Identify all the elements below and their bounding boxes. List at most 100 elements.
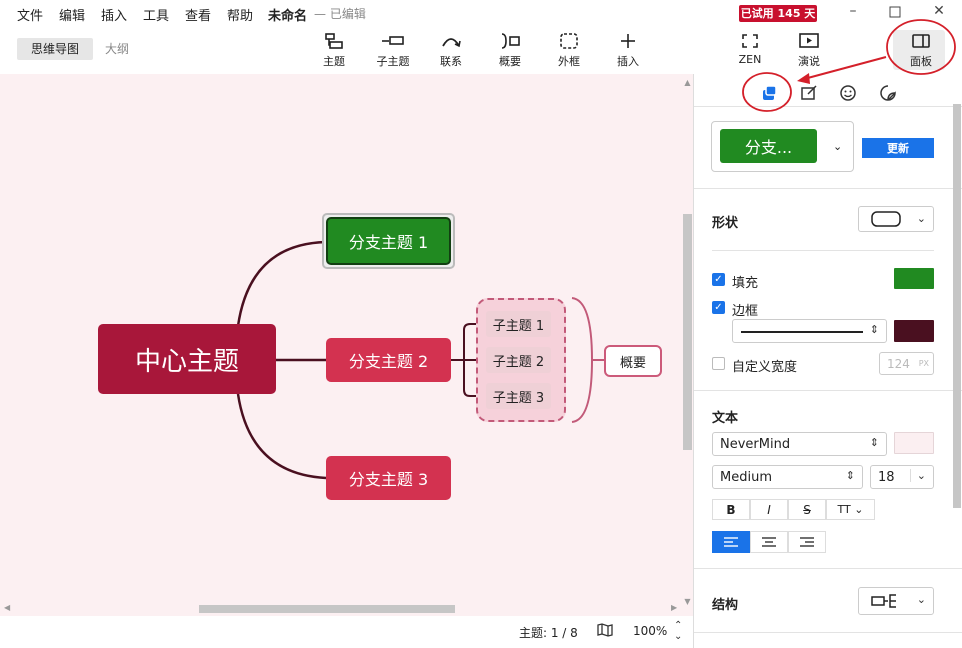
panel-icon	[912, 34, 930, 48]
text-case-select[interactable]: TT ⌄	[826, 499, 875, 520]
border-color-swatch[interactable]	[894, 320, 934, 342]
scroll-left-icon[interactable]: ◀	[4, 603, 10, 612]
style-tab-icon[interactable]	[759, 83, 779, 103]
border-checkbox[interactable]: ✓	[712, 301, 725, 314]
menu-insert[interactable]: 插入	[101, 5, 127, 24]
italic-button[interactable]: I	[750, 499, 788, 520]
scroll-down-icon[interactable]: ▼	[683, 597, 692, 607]
emoji-tab-icon[interactable]	[838, 83, 858, 103]
chevron-down-icon: ⌄	[916, 593, 926, 606]
align-left-button[interactable]	[712, 531, 750, 553]
insert-label: 插入	[617, 55, 639, 68]
boundary-label: 外框	[558, 55, 580, 68]
boundary-icon	[560, 33, 578, 49]
shape-select[interactable]: ⌄	[858, 206, 934, 232]
zoom-stepper-icon[interactable]: ⌃ ⌄	[674, 620, 682, 642]
menu-edit[interactable]: 编辑	[59, 5, 85, 24]
bold-button[interactable]: B	[712, 499, 750, 520]
vertical-scrollbar[interactable]	[683, 214, 692, 450]
chevron-down-icon: ⌄	[916, 212, 926, 225]
present-label: 演说	[798, 55, 820, 68]
zoom-level[interactable]: 100%	[633, 624, 667, 638]
align-center-button[interactable]	[750, 531, 788, 553]
panel-scrollbar[interactable]	[953, 104, 961, 508]
zen-label: ZEN	[738, 53, 762, 66]
subtopic-icon	[382, 36, 404, 45]
divider	[694, 106, 962, 107]
tab-mindmap[interactable]: 思维导图	[17, 38, 93, 60]
minimize-icon[interactable]: –	[843, 3, 863, 21]
fill-color-swatch[interactable]	[894, 268, 934, 289]
font-family-select[interactable]: NeverMind ⇕	[712, 432, 887, 456]
custom-width-label: 自定义宽度	[732, 360, 798, 375]
summary-label: 概要	[499, 55, 521, 68]
panel-label: 面板	[910, 55, 932, 68]
align-center-icon	[762, 537, 776, 547]
relationship-icon	[442, 38, 461, 48]
menu-view[interactable]: 查看	[185, 5, 211, 24]
font-size-select[interactable]: 18 ⌄	[870, 465, 934, 489]
plus-icon	[621, 34, 635, 48]
divider	[694, 568, 962, 569]
subtopic-2[interactable]: 子主题 2	[486, 347, 551, 373]
stepper-icon: ⇕	[869, 323, 879, 336]
maximize-icon[interactable]	[885, 3, 905, 21]
relationship-button[interactable]: 联系	[427, 32, 475, 70]
trial-badge[interactable]: 已试用 145 天	[739, 5, 817, 22]
style-preview-sample: 分支...	[720, 129, 817, 163]
close-icon[interactable]: ✕	[929, 3, 949, 21]
font-size-value: 18	[878, 470, 895, 485]
topic-icon	[325, 33, 343, 49]
custom-width-value: 124	[887, 357, 910, 371]
divider	[694, 188, 962, 189]
format-tab-icon[interactable]	[799, 83, 819, 103]
subtopic-label: 子主题	[376, 55, 410, 68]
topic-label: 主题	[323, 55, 345, 68]
border-label: 边框	[732, 304, 759, 319]
menu-file[interactable]: 文件	[17, 5, 43, 24]
custom-width-checkbox[interactable]	[712, 357, 725, 370]
present-button[interactable]: 演说	[785, 32, 833, 70]
border-style-select[interactable]: ⇕	[732, 319, 887, 343]
summary-topic[interactable]: 概要	[604, 345, 662, 377]
document-status: — 已编辑	[314, 7, 366, 21]
topic-button[interactable]: 主题	[310, 32, 358, 70]
menu-tools[interactable]: 工具	[143, 5, 169, 24]
menu-help[interactable]: 帮助	[227, 5, 253, 24]
branch-topic-3[interactable]: 分支主题 3	[326, 456, 451, 500]
branch-topic-1[interactable]: 分支主题 1	[326, 217, 451, 265]
custom-width-unit: PX	[918, 359, 929, 368]
chevron-down-icon[interactable]: ⌄	[833, 140, 842, 153]
summary-button[interactable]: 概要	[486, 32, 534, 70]
text-color-swatch[interactable]	[894, 432, 934, 454]
strikethrough-button[interactable]: S	[788, 499, 826, 520]
insert-button[interactable]: 插入	[604, 32, 652, 70]
update-style-button[interactable]: 更新	[862, 138, 934, 158]
subtopic-3[interactable]: 子主题 3	[486, 383, 551, 409]
boundary-button[interactable]: 外框	[545, 32, 593, 70]
text-label: 文本	[712, 411, 739, 426]
font-weight-value: Medium	[720, 470, 772, 485]
subtopic-button[interactable]: 子主题	[369, 32, 417, 70]
tab-outline[interactable]: 大纲	[105, 38, 129, 60]
fill-label: 填充	[732, 276, 759, 291]
map-icon[interactable]	[597, 623, 613, 640]
branch-topic-2[interactable]: 分支主题 2	[326, 338, 451, 382]
zen-button[interactable]: ZEN	[726, 32, 774, 70]
scroll-right-icon[interactable]: ▶	[671, 603, 677, 612]
horizontal-scrollbar[interactable]	[199, 605, 455, 613]
stepper-icon: ⇕	[869, 436, 879, 449]
align-right-icon	[800, 537, 814, 547]
zen-icon	[742, 34, 758, 48]
fill-checkbox[interactable]: ✓	[712, 273, 725, 286]
align-right-button[interactable]	[788, 531, 826, 553]
status-bar	[0, 616, 693, 648]
sticker-tab-icon[interactable]	[878, 83, 898, 103]
custom-width-input[interactable]: 124 PX	[879, 352, 934, 375]
scroll-up-icon[interactable]: ▲	[683, 78, 692, 88]
central-topic[interactable]: 中心主题	[98, 324, 276, 394]
panel-button[interactable]: 面板	[897, 32, 945, 70]
subtopic-1[interactable]: 子主题 1	[486, 311, 551, 337]
font-weight-select[interactable]: Medium ⇕	[712, 465, 863, 489]
structure-select[interactable]: ⌄	[858, 587, 934, 615]
